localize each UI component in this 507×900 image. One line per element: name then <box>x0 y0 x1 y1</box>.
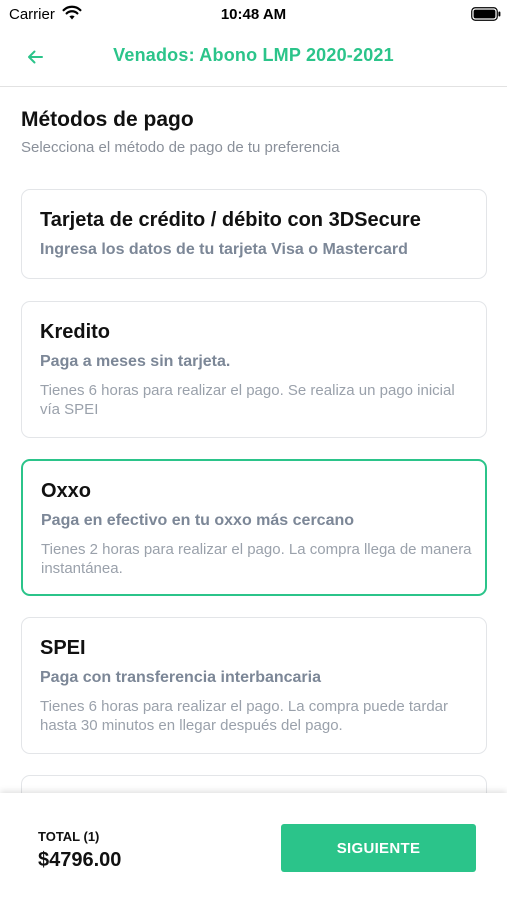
clock: 10:48 AM <box>220 6 287 23</box>
status-bar: Carrier 10:48 AM <box>0 0 507 30</box>
payment-method-note: Tienes 6 horas para realizar el pago. La… <box>40 698 449 734</box>
payment-method-note: Tienes 6 horas para realizar el pago. Se… <box>40 382 455 418</box>
next-button[interactable]: SIGUIENTE <box>281 824 476 872</box>
payment-methods-screen: Carrier 10:48 AM Venados: Abono LMP 2020… <box>0 0 507 900</box>
payment-method-subtitle: Paga a meses sin tarjeta. <box>40 353 231 370</box>
payment-method-card-oxxo[interactable]: Oxxo Paga en efectivo en tu oxxo más cer… <box>21 459 487 596</box>
payment-method-title: Kredito <box>40 321 110 343</box>
payment-method-card-kredito[interactable]: Kredito Paga a meses sin tarjeta. Tienes… <box>21 301 487 438</box>
battery-icon <box>471 7 501 21</box>
payment-method-card-spei[interactable]: SPEI Paga con transferencia interbancari… <box>21 617 487 754</box>
total-amount: $4796.00 <box>38 849 122 871</box>
nav-bar: Venados: Abono LMP 2020-2021 <box>0 30 507 87</box>
page-title: Venados: Abono LMP 2020-2021 <box>113 45 394 65</box>
payment-method-title: SPEI <box>40 637 86 659</box>
payment-method-card-card[interactable]: Tarjeta de crédito / débito con 3DSecure… <box>21 189 487 279</box>
checkout-footer: TOTAL (1) $4796.00 SIGUIENTE <box>0 793 507 900</box>
payment-method-note: Tienes 2 horas para realizar el pago. La… <box>41 541 472 577</box>
payment-method-title: Oxxo <box>41 480 92 502</box>
section-subtitle: Selecciona el método de pago de tu prefe… <box>21 139 340 156</box>
payment-method-title: Tarjeta de crédito / débito con 3DSecure <box>40 209 421 231</box>
payment-method-subtitle: Paga con transferencia interbancaria <box>40 669 321 686</box>
section-title: Métodos de pago <box>21 108 194 131</box>
total-label: TOTAL (1) <box>38 829 100 844</box>
payment-method-subtitle: Paga en efectivo en tu oxxo más cercano <box>41 512 355 529</box>
payment-method-subtitle: Ingresa los datos de tu tarjeta Visa o M… <box>40 241 408 258</box>
